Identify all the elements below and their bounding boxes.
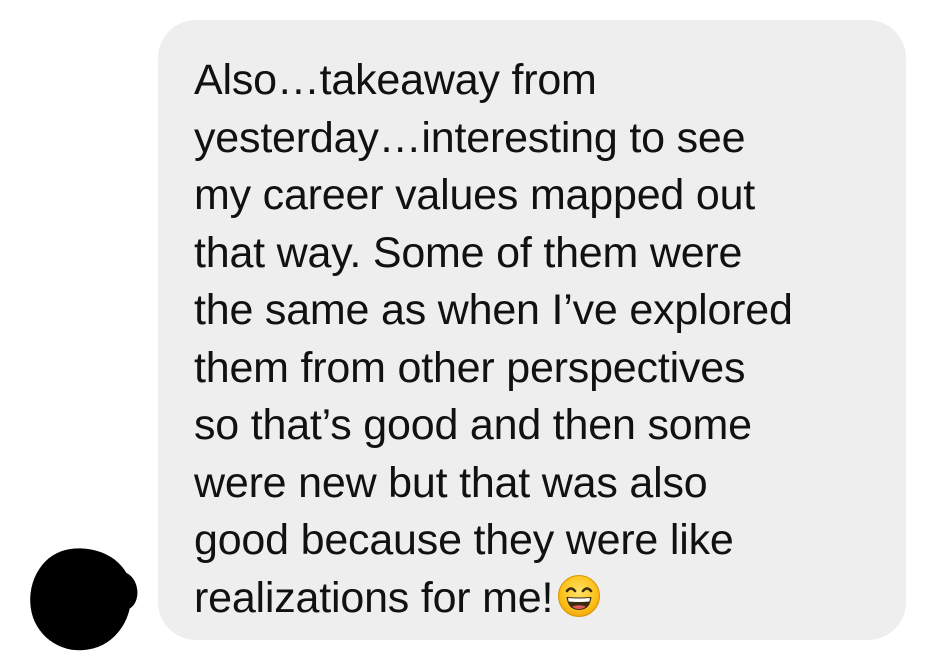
message-body: Also…takeaway from yesterday…interesting… [194, 56, 793, 622]
chat-message-row: Also…takeaway from yesterday…interesting… [0, 0, 938, 670]
message-bubble[interactable]: Also…takeaway from yesterday…interesting… [158, 20, 906, 640]
grinning-squinting-face-icon [557, 574, 601, 618]
message-text: Also…takeaway from yesterday…interesting… [194, 52, 884, 627]
avatar[interactable] [23, 541, 139, 657]
